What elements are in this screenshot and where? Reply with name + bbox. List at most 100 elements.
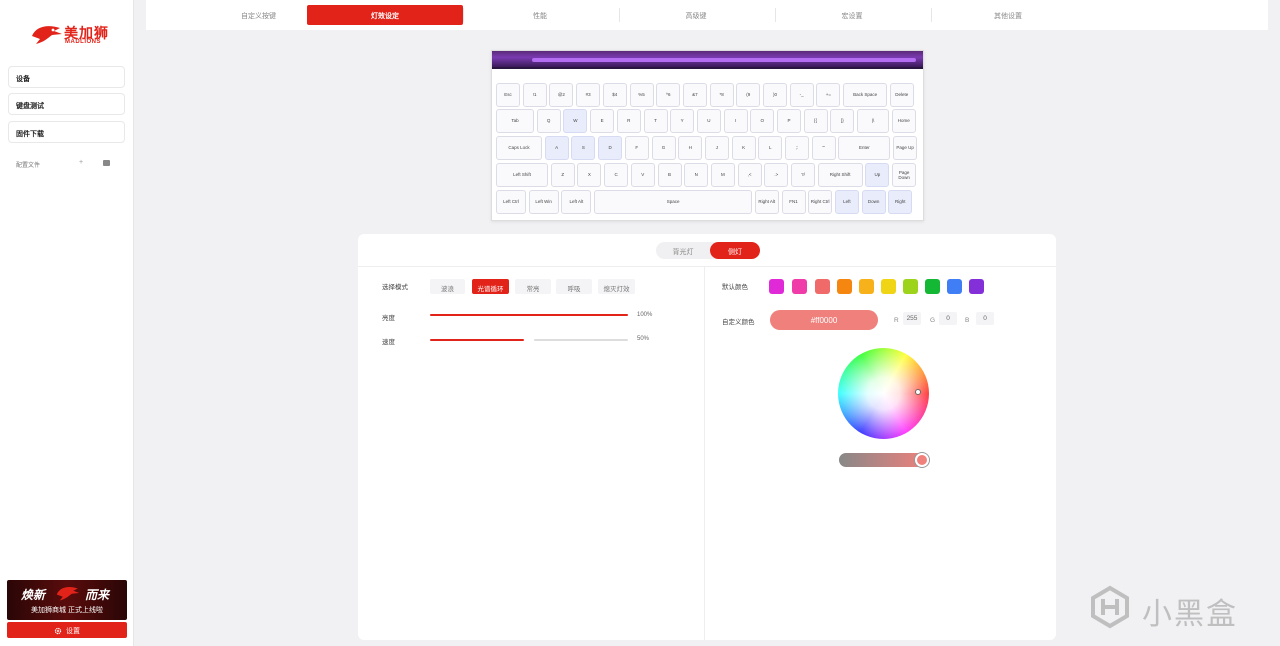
key[interactable]: Right Ctrl bbox=[808, 190, 833, 214]
key[interactable]: -_ bbox=[789, 83, 814, 107]
key[interactable]: A bbox=[544, 136, 569, 160]
key[interactable]: (9 bbox=[736, 83, 761, 107]
key[interactable]: FN1 bbox=[781, 190, 806, 214]
key[interactable]: &7 bbox=[682, 83, 707, 107]
key[interactable]: Left Ctrl bbox=[496, 190, 526, 214]
key[interactable]: Esc bbox=[496, 83, 520, 107]
key[interactable]: Q bbox=[536, 109, 561, 133]
key[interactable]: Left Alt bbox=[561, 190, 592, 214]
key[interactable]: Y bbox=[670, 109, 695, 133]
mode-option[interactable]: 熄灭灯效 bbox=[598, 279, 635, 294]
key[interactable]: "' bbox=[811, 136, 836, 160]
key[interactable]: W bbox=[563, 109, 588, 133]
key[interactable]: |\ bbox=[857, 109, 890, 133]
key[interactable]: ]} bbox=[830, 109, 855, 133]
key[interactable]: V bbox=[630, 163, 655, 187]
color-swatch[interactable] bbox=[925, 279, 940, 294]
key[interactable]: Right Alt bbox=[754, 190, 779, 214]
tab-2[interactable]: 性能 bbox=[464, 5, 616, 25]
promo-banner[interactable]: 焕新 而来 美加狮商城 正式上线啦 bbox=[7, 580, 127, 620]
key[interactable]: @2 bbox=[549, 83, 574, 107]
segment-backlight[interactable]: 背光灯 bbox=[658, 242, 708, 259]
key[interactable]: Up bbox=[865, 163, 890, 187]
key[interactable]: Left bbox=[834, 190, 859, 214]
key[interactable]: O bbox=[750, 109, 775, 133]
key[interactable]: U bbox=[696, 109, 721, 133]
key[interactable]: D bbox=[598, 136, 623, 160]
key[interactable]: I bbox=[723, 109, 748, 133]
color-wheel-handle[interactable] bbox=[915, 389, 921, 395]
key[interactable]: Z bbox=[550, 163, 575, 187]
key[interactable]: Page Down bbox=[892, 163, 917, 187]
key[interactable]: P bbox=[777, 109, 801, 133]
sidebar-item-keyboard-test[interactable]: 键盘测试 bbox=[8, 93, 125, 115]
color-swatch[interactable] bbox=[769, 279, 784, 294]
key[interactable]: E bbox=[590, 109, 615, 133]
key[interactable]: Tab bbox=[496, 109, 534, 133]
folder-icon[interactable] bbox=[103, 160, 110, 166]
key[interactable]: N bbox=[684, 163, 709, 187]
settings-button[interactable]: 设置 bbox=[7, 622, 127, 638]
sidebar-item-device[interactable]: 设备 bbox=[8, 66, 125, 88]
key[interactable]: !1 bbox=[522, 83, 547, 107]
key[interactable]: B bbox=[657, 163, 682, 187]
key[interactable]: R bbox=[616, 109, 641, 133]
color-swatch[interactable] bbox=[881, 279, 896, 294]
key[interactable]: *8 bbox=[709, 83, 734, 107]
key[interactable]: G bbox=[651, 136, 676, 160]
key[interactable]: C bbox=[604, 163, 629, 187]
key[interactable]: ^6 bbox=[656, 83, 681, 107]
key[interactable]: Page Up bbox=[893, 136, 918, 160]
key[interactable]: Caps Lock bbox=[496, 136, 542, 160]
tab-0[interactable]: 自定义按键 bbox=[206, 5, 311, 25]
mode-option[interactable]: 常亮 bbox=[515, 279, 551, 294]
key[interactable]: #3 bbox=[576, 83, 601, 107]
tab-3[interactable]: 高级键 bbox=[620, 5, 772, 25]
key[interactable]: Right bbox=[888, 190, 913, 214]
key[interactable]: $4 bbox=[602, 83, 627, 107]
color-swatch[interactable] bbox=[815, 279, 830, 294]
color-swatch[interactable] bbox=[969, 279, 984, 294]
tab-4[interactable]: 宏设置 bbox=[776, 5, 928, 25]
key[interactable]: ,< bbox=[737, 163, 762, 187]
key[interactable]: X bbox=[577, 163, 602, 187]
key[interactable]: Enter bbox=[838, 136, 891, 160]
key[interactable]: Left Win bbox=[528, 190, 559, 214]
mode-option[interactable]: 波浪 bbox=[430, 279, 465, 294]
color-swatch[interactable] bbox=[837, 279, 852, 294]
key[interactable]: ;: bbox=[785, 136, 809, 160]
b-input[interactable]: 0 bbox=[976, 312, 994, 325]
color-swatch[interactable] bbox=[859, 279, 874, 294]
sidebar-item-firmware-download[interactable]: 固件下载 bbox=[8, 121, 125, 143]
mode-option[interactable]: 呼吸 bbox=[556, 279, 592, 294]
key[interactable]: J bbox=[704, 136, 729, 160]
key[interactable]: S bbox=[571, 136, 596, 160]
key[interactable]: .> bbox=[764, 163, 789, 187]
mode-option[interactable]: 光谱循环 bbox=[472, 279, 509, 294]
segment-side-light[interactable]: 侧灯 bbox=[710, 242, 760, 259]
key[interactable]: Home bbox=[891, 109, 916, 133]
key[interactable]: T bbox=[643, 109, 668, 133]
g-input[interactable]: 0 bbox=[939, 312, 957, 325]
key[interactable]: Back Space bbox=[843, 83, 888, 107]
key[interactable]: Down bbox=[861, 190, 886, 214]
key[interactable]: [{ bbox=[803, 109, 828, 133]
key[interactable]: ?/ bbox=[791, 163, 815, 187]
tab-1[interactable]: 灯效设定 bbox=[307, 5, 463, 25]
custom-color-hex[interactable]: #ff0000 bbox=[770, 310, 878, 330]
key[interactable]: H bbox=[678, 136, 703, 160]
color-swatch[interactable] bbox=[903, 279, 918, 294]
add-config-button[interactable]: + bbox=[79, 159, 83, 166]
key[interactable]: M bbox=[710, 163, 735, 187]
key[interactable]: F bbox=[624, 136, 649, 160]
color-swatch[interactable] bbox=[947, 279, 962, 294]
key[interactable]: Right Shift bbox=[817, 163, 863, 187]
key[interactable]: Space bbox=[594, 190, 753, 214]
key[interactable]: Left Shift bbox=[496, 163, 548, 187]
color-swatch[interactable] bbox=[792, 279, 807, 294]
key[interactable]: += bbox=[816, 83, 841, 107]
key[interactable]: K bbox=[731, 136, 756, 160]
r-input[interactable]: 255 bbox=[903, 312, 921, 325]
key[interactable]: L bbox=[758, 136, 783, 160]
color-brightness-knob[interactable] bbox=[915, 453, 929, 467]
